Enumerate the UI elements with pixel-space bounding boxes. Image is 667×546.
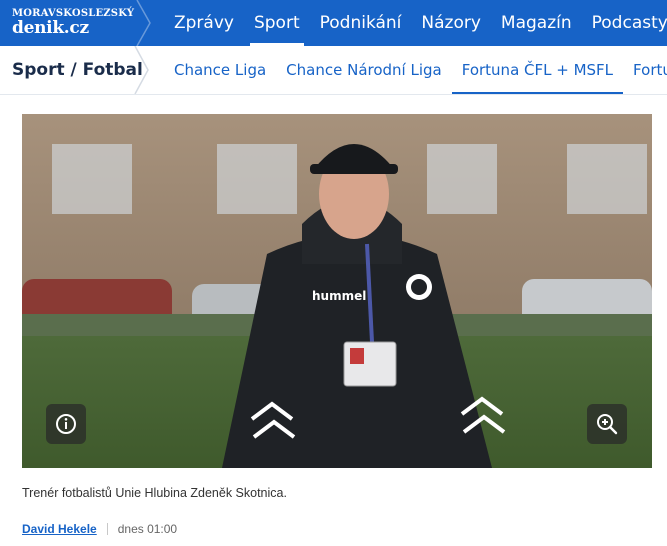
- zoom-in-icon: [597, 414, 618, 435]
- main-menu: Zprávy Sport Podnikání Názory Magazín Po…: [164, 0, 667, 46]
- photo-image: hummel: [22, 114, 652, 468]
- top-navigation-bar: MORAVSKOSLEZSKÝ denik.cz Zprávy Sport Po…: [0, 0, 667, 46]
- nav-item-podnikani[interactable]: Podnikání: [310, 0, 412, 46]
- tab-chance-liga[interactable]: Chance Liga: [164, 46, 276, 94]
- logo-divider-chevron: [136, 0, 151, 46]
- article-byline: David Hekele dnes 01:00: [22, 522, 177, 536]
- info-icon: [56, 414, 76, 434]
- jacket-brand-text: hummel: [312, 289, 366, 303]
- publish-time: dnes 01:00: [117, 522, 178, 536]
- photo-caption: Trenér fotbalistů Unie Hlubina Zdeněk Sk…: [22, 486, 287, 500]
- section-title[interactable]: Sport / Fotbal: [12, 46, 143, 94]
- nav-item-podcasty[interactable]: Podcasty: [582, 0, 667, 46]
- nav-item-zpravy[interactable]: Zprávy: [164, 0, 244, 46]
- logo-site-name: denik.cz: [12, 18, 89, 38]
- nav-item-magazin[interactable]: Magazín: [491, 0, 582, 46]
- tab-chance-narodni-liga[interactable]: Chance Národní Liga: [276, 46, 452, 94]
- section-navigation-bar: Sport / Fotbal Chance Liga Chance Národn…: [0, 46, 667, 95]
- author-link[interactable]: David Hekele: [22, 522, 97, 536]
- section-tabs: Chance Liga Chance Národní Liga Fortuna …: [164, 46, 667, 94]
- nav-item-nazory[interactable]: Názory: [411, 0, 491, 46]
- photo-zoom-button[interactable]: [587, 404, 627, 444]
- site-logo[interactable]: MORAVSKOSLEZSKÝ denik.cz: [0, 0, 138, 46]
- tab-fortuna-divize[interactable]: Fortuna di: [623, 46, 667, 94]
- photo-info-button[interactable]: [46, 404, 86, 444]
- tab-fortuna-cfl-msfl[interactable]: Fortuna ČFL + MSFL: [451, 46, 624, 94]
- article-photo[interactable]: hummel: [22, 114, 652, 468]
- nav-item-sport[interactable]: Sport: [244, 0, 310, 46]
- byline-separator: [106, 523, 108, 535]
- section-divider-chevron: [134, 46, 149, 94]
